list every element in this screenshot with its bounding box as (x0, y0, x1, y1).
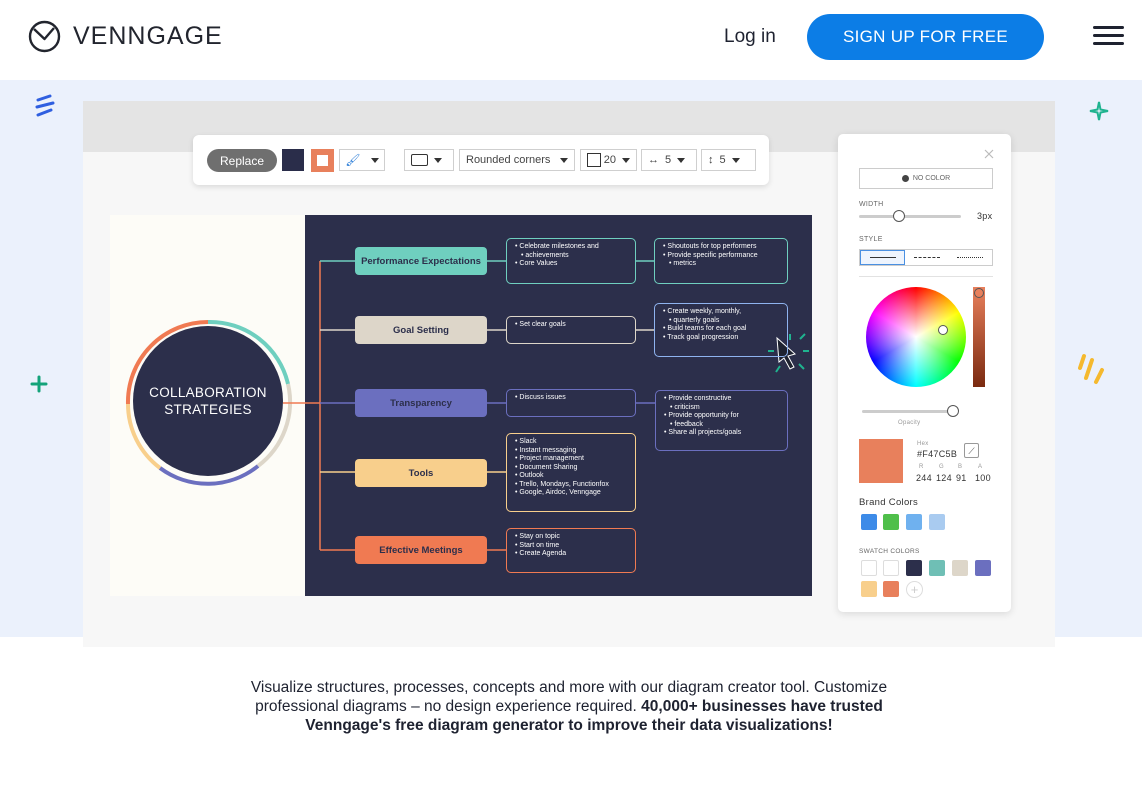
swatch-color[interactable] (883, 581, 899, 597)
width-slider[interactable] (859, 215, 961, 218)
r-value[interactable]: 244 (916, 473, 932, 483)
hex-label: Hex (917, 441, 929, 447)
detail-box[interactable]: Discuss issues (506, 389, 636, 417)
detail-box[interactable]: Set clear goals (506, 316, 636, 344)
selected-color-preview (859, 439, 903, 483)
stroke-dotted-option[interactable] (949, 250, 992, 265)
brand-colors-label: Brand Colors (859, 497, 919, 508)
opacity-slider-knob[interactable] (947, 405, 959, 417)
a-label: A (978, 464, 983, 470)
node-performance-expectations[interactable]: Performance Expectations (355, 247, 487, 275)
brand-color-swatch[interactable] (906, 514, 922, 530)
stroke-dashed-option[interactable] (905, 250, 948, 265)
far-detail-box[interactable]: Provide constructive criticism Provide o… (655, 390, 788, 451)
no-color-button[interactable]: NO COLOR (859, 168, 993, 189)
swatch-color[interactable] (861, 581, 877, 597)
brand-color-swatch[interactable] (929, 514, 945, 530)
color-panel: NO COLOR WIDTH 3px STYLE Opacity Hex #F4… (838, 134, 1011, 612)
node-effective-meetings[interactable]: Effective Meetings (355, 536, 487, 564)
width-slider-knob[interactable] (893, 210, 905, 222)
swatch-color[interactable] (906, 560, 922, 576)
center-title-line2: STRATEGIES (164, 402, 252, 417)
stroke-style-selector (859, 249, 993, 266)
color-wheel-handle[interactable] (938, 325, 948, 335)
b-value[interactable]: 91 (956, 473, 967, 483)
node-tools[interactable]: Tools (355, 459, 487, 487)
width-label: WIDTH (859, 201, 884, 208)
opacity-slider[interactable] (862, 410, 956, 413)
g-label: G (939, 464, 944, 470)
a-value[interactable]: 100 (975, 473, 991, 483)
stroke-solid-option[interactable] (860, 250, 906, 265)
brand-color-swatch[interactable] (861, 514, 877, 530)
center-circle[interactable]: COLLABORATION STRATEGIES (133, 326, 283, 476)
swatch-color[interactable] (952, 560, 968, 576)
shade-slider-knob[interactable] (974, 288, 984, 298)
eyedropper-icon[interactable]: ⟋ (964, 443, 979, 458)
swatch-color[interactable] (861, 560, 877, 576)
b-label: B (958, 464, 963, 470)
shade-slider[interactable] (973, 287, 985, 387)
style-label: STYLE (859, 236, 883, 243)
no-color-icon (901, 175, 909, 182)
center-title-line1: COLLABORATION (149, 385, 267, 400)
color-wheel[interactable] (866, 287, 966, 387)
opacity-label: Opacity (898, 420, 921, 426)
detail-box[interactable]: Stay on topic Start on time Create Agend… (506, 528, 636, 573)
far-detail-box[interactable]: Shoutouts for top performers Provide spe… (654, 238, 788, 284)
description-text: Visualize structures, processes, concept… (230, 678, 908, 735)
swatch-color[interactable] (883, 560, 899, 576)
node-goal-setting[interactable]: Goal Setting (355, 316, 487, 344)
swatch-color[interactable] (975, 560, 991, 576)
add-swatch-icon[interactable]: + (906, 581, 923, 598)
detail-box[interactable]: Celebrate milestones and achievements Co… (506, 238, 636, 284)
width-value: 3px (977, 211, 993, 221)
far-detail-box-selected[interactable]: Create weekly, monthly, quarterly goals … (654, 303, 788, 357)
close-icon[interactable] (984, 149, 994, 159)
r-label: R (919, 464, 924, 470)
node-transparency[interactable]: Transparency (355, 389, 487, 417)
g-value[interactable]: 124 (936, 473, 952, 483)
no-color-label: NO COLOR (912, 175, 951, 182)
brand-color-swatch[interactable] (883, 514, 899, 530)
swatch-color[interactable] (929, 560, 945, 576)
hex-value[interactable]: #F47C5B (917, 449, 957, 459)
detail-box[interactable]: Slack Instant messaging Project manageme… (506, 433, 636, 512)
swatch-colors-label: SWATCH COLORS (859, 548, 920, 555)
